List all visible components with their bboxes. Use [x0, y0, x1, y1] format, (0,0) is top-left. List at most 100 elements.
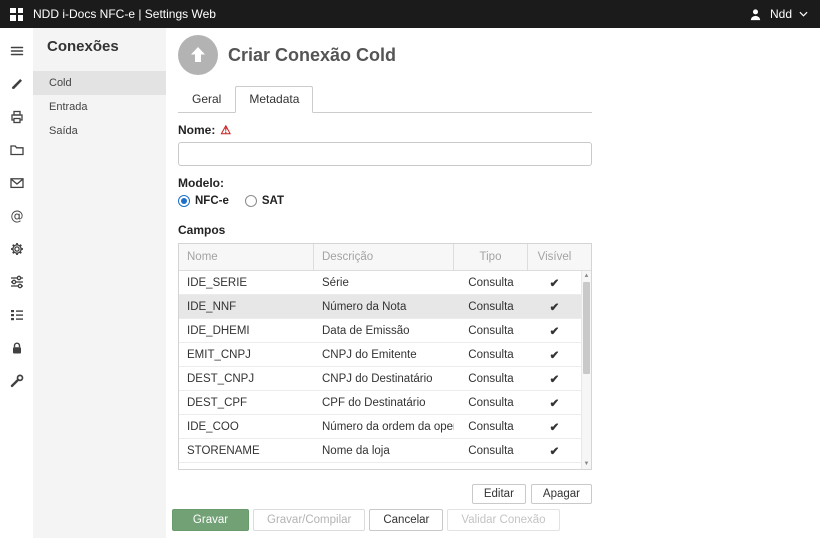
at-icon[interactable]: @ — [0, 199, 33, 232]
cell-vis: ✔ — [528, 396, 581, 410]
sliders-icon[interactable] — [0, 265, 33, 298]
printer-icon[interactable] — [0, 100, 33, 133]
icon-sidebar: @ — [0, 28, 33, 538]
campos-label: Campos — [178, 223, 592, 237]
cell-desc: CNPJ do Emitente — [314, 349, 454, 361]
tab-geral[interactable]: Geral — [178, 86, 235, 113]
cell-nome: IDE_NNF — [179, 301, 314, 313]
arrow-up-icon — [188, 45, 208, 65]
svg-text:@: @ — [10, 209, 23, 224]
cell-nome: IDE_SERIE — [179, 277, 314, 289]
cell-tipo: Consulta — [454, 277, 528, 289]
metadata-form: Nome: ⚠ Modelo: NFC-e SAT Campos — [178, 123, 592, 504]
table-actions: Editar Apagar — [178, 484, 592, 504]
cell-nome: DEST_CPF — [179, 397, 314, 409]
cell-tipo: Consulta — [454, 325, 528, 337]
cell-tipo: Consulta — [454, 349, 528, 361]
radio-circle-sat — [245, 195, 257, 207]
user-icon — [748, 7, 763, 22]
header-descricao: Descrição — [314, 244, 454, 270]
table-row[interactable]: IDE_COONúmero da ordem da operaç...Consu… — [179, 415, 581, 439]
table-row[interactable]: IDE_NNFNúmero da NotaConsulta✔ — [179, 295, 581, 319]
table-header: Nome Descrição Tipo Visível — [179, 244, 591, 271]
cell-desc: Número da ordem da operaç... — [314, 421, 454, 433]
main-content: Criar Conexão Cold Geral Metadata Nome: … — [166, 28, 820, 538]
brush-icon[interactable] — [0, 67, 33, 100]
cell-desc: CPF do Destinatário — [314, 397, 454, 409]
cell-desc: Nome da loja — [314, 445, 454, 457]
cell-desc: Série — [314, 277, 454, 289]
apps-grid-icon[interactable] — [10, 8, 23, 21]
cell-nome: STORENAME — [179, 445, 314, 457]
mail-icon[interactable] — [0, 166, 33, 199]
header-tipo: Tipo — [454, 244, 528, 270]
footer-actions: Gravar Gravar/Compilar Cancelar Validar … — [172, 509, 560, 531]
cell-tipo: Consulta — [454, 445, 528, 457]
gear-icon[interactable] — [0, 232, 33, 265]
cell-vis: ✔ — [528, 420, 581, 434]
page-head: Criar Conexão Cold — [178, 34, 820, 76]
app-title: NDD i-Docs NFC-e | Settings Web — [33, 7, 216, 21]
panel-item-cold[interactable]: Cold — [33, 71, 166, 95]
table-scrollbar[interactable]: ▲ ▼ — [581, 271, 591, 469]
chevron-down-icon — [799, 11, 808, 17]
wrench-icon[interactable] — [0, 364, 33, 397]
user-name: Ndd — [770, 7, 792, 21]
table-row[interactable]: IDE_SERIESérieConsulta✔ — [179, 271, 581, 295]
scroll-up-icon[interactable]: ▲ — [582, 271, 591, 281]
panel-item-entrada[interactable]: Entrada — [33, 95, 166, 119]
table-row[interactable]: STORENAMENome da lojaConsulta✔ — [179, 439, 581, 463]
gravar-compilar-button[interactable]: Gravar/Compilar — [253, 509, 365, 531]
table-row[interactable]: DEST_CPFCPF do DestinatárioConsulta✔ — [179, 391, 581, 415]
topbar: NDD i-Docs NFC-e | Settings Web Ndd — [0, 0, 820, 28]
cell-vis: ✔ — [528, 348, 581, 362]
editar-button[interactable]: Editar — [472, 484, 526, 504]
scroll-down-icon[interactable]: ▼ — [582, 459, 591, 469]
campos-table-body: IDE_SERIESérieConsulta✔IDE_NNFNúmero da … — [179, 271, 591, 469]
cell-vis: ✔ — [528, 444, 581, 458]
upload-circle-icon — [178, 35, 218, 75]
cell-desc: CNPJ do Destinatário — [314, 373, 454, 385]
modelo-radios: NFC-e SAT — [178, 195, 592, 207]
tab-metadata[interactable]: Metadata — [235, 86, 313, 113]
menu-icon[interactable] — [0, 34, 33, 67]
validar-conexao-button[interactable]: Validar Conexão — [447, 509, 559, 531]
cell-vis: ✔ — [528, 324, 581, 338]
cell-vis: ✔ — [528, 300, 581, 314]
modelo-label: Modelo: — [178, 176, 592, 190]
app-window: NDD i-Docs NFC-e | Settings Web Ndd — [0, 0, 820, 538]
table-row[interactable]: IDE_DHEMIData de EmissãoConsulta✔ — [179, 319, 581, 343]
table-row[interactable]: DEST_CNPJCNPJ do DestinatárioConsulta✔ — [179, 367, 581, 391]
gravar-button[interactable]: Gravar — [172, 509, 249, 531]
radio-sat[interactable]: SAT — [245, 195, 284, 207]
nome-input[interactable] — [178, 142, 592, 166]
radio-circle-nfce — [178, 195, 190, 207]
cancelar-button[interactable]: Cancelar — [369, 509, 443, 531]
table-row[interactable]: EMIT_CNPJCNPJ do EmitenteConsulta✔ — [179, 343, 581, 367]
warning-icon: ⚠ — [220, 124, 231, 136]
nome-label: Nome: — [178, 123, 215, 137]
cell-nome: DEST_CNPJ — [179, 373, 314, 385]
cell-desc: Data de Emissão — [314, 325, 454, 337]
radio-sat-label: SAT — [262, 195, 284, 207]
folder-icon[interactable] — [0, 133, 33, 166]
radio-nfce[interactable]: NFC-e — [178, 195, 229, 207]
cell-desc: Número da Nota — [314, 301, 454, 313]
cell-nome: EMIT_CNPJ — [179, 349, 314, 361]
cell-tipo: Consulta — [454, 397, 528, 409]
scrollbar-thumb[interactable] — [583, 282, 590, 374]
list-icon[interactable] — [0, 298, 33, 331]
header-nome: Nome — [179, 244, 314, 270]
panel-title: Conexões — [33, 28, 166, 71]
panel-item-saida[interactable]: Saída — [33, 119, 166, 143]
cell-vis: ✔ — [528, 372, 581, 386]
connections-panel: Conexões Cold Entrada Saída — [33, 28, 166, 538]
cell-nome: IDE_COO — [179, 421, 314, 433]
apagar-button[interactable]: Apagar — [531, 484, 592, 504]
cell-nome: IDE_DHEMI — [179, 325, 314, 337]
tab-bar: Geral Metadata — [178, 86, 592, 113]
lock-icon[interactable] — [0, 331, 33, 364]
cell-tipo: Consulta — [454, 373, 528, 385]
user-menu[interactable]: Ndd — [748, 7, 808, 22]
nome-label-row: Nome: ⚠ — [178, 123, 592, 137]
